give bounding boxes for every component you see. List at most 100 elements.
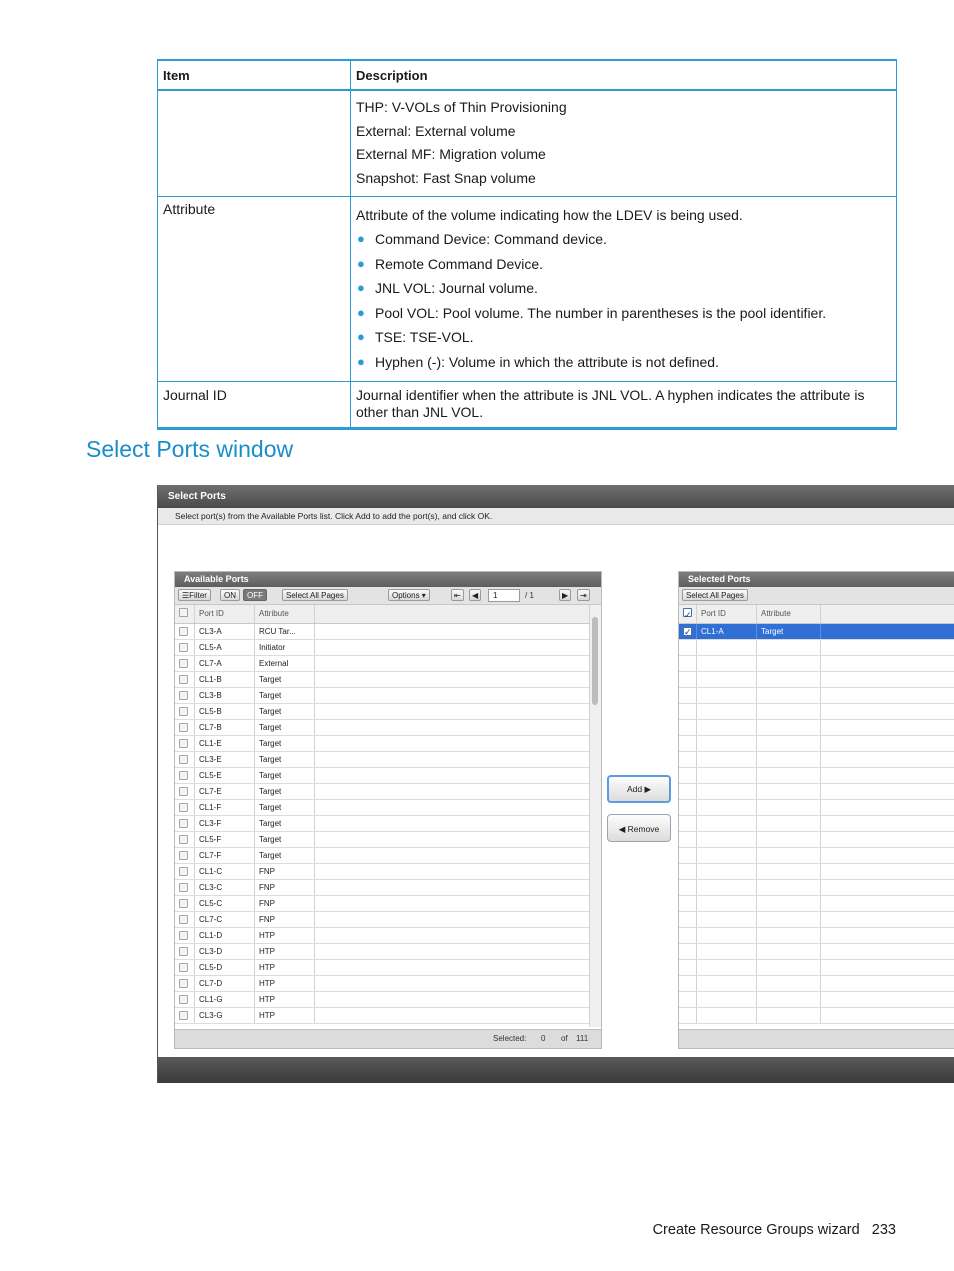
table-row[interactable]: CL5-E Target xyxy=(175,768,589,784)
row-checkbox[interactable] xyxy=(179,691,188,700)
filter-off-button[interactable]: OFF xyxy=(243,589,267,601)
table-row[interactable] xyxy=(679,768,954,784)
row-checkbox[interactable] xyxy=(179,723,188,732)
table-row[interactable] xyxy=(679,928,954,944)
table-row[interactable] xyxy=(679,704,954,720)
row-checkbox[interactable] xyxy=(179,867,188,876)
row-checkbox[interactable] xyxy=(179,979,188,988)
table-row[interactable] xyxy=(679,992,954,1008)
table-row[interactable] xyxy=(679,976,954,992)
row-checkbox[interactable] xyxy=(683,625,692,640)
row-checkbox[interactable] xyxy=(179,643,188,652)
row-checkbox[interactable] xyxy=(179,883,188,892)
table-row[interactable] xyxy=(679,784,954,800)
table-row[interactable] xyxy=(679,1008,954,1024)
table-row[interactable] xyxy=(679,736,954,752)
table-row[interactable]: CL1-C FNP xyxy=(175,864,589,880)
table-row[interactable]: CL1-D HTP xyxy=(175,928,589,944)
table-row[interactable]: CL7-A External xyxy=(175,656,589,672)
available-scrollbar[interactable] xyxy=(589,605,601,1027)
row-checkbox[interactable] xyxy=(179,771,188,780)
options-dropdown[interactable]: Options ▾ xyxy=(388,589,430,601)
table-row[interactable] xyxy=(679,896,954,912)
row-checkbox[interactable] xyxy=(179,851,188,860)
table-row[interactable]: CL5-D HTP xyxy=(175,960,589,976)
table-row[interactable]: CL7-C FNP xyxy=(175,912,589,928)
column-port-id[interactable]: Port ID xyxy=(195,605,255,623)
row-checkbox[interactable] xyxy=(179,707,188,716)
table-row[interactable] xyxy=(679,912,954,928)
table-row[interactable] xyxy=(679,832,954,848)
table-row[interactable]: CL5-A Initiator xyxy=(175,640,589,656)
table-row[interactable] xyxy=(679,848,954,864)
table-row[interactable] xyxy=(679,752,954,768)
row-checkbox[interactable] xyxy=(179,947,188,956)
filter-button[interactable]: ☰Filter xyxy=(178,589,211,601)
table-row[interactable]: CL1-G HTP xyxy=(175,992,589,1008)
first-page-icon[interactable]: ⇤ xyxy=(451,589,464,601)
table-row[interactable] xyxy=(679,688,954,704)
table-row[interactable]: CL7-B Target xyxy=(175,720,589,736)
table-row[interactable]: CL7-E Target xyxy=(175,784,589,800)
table-row[interactable]: CL7-F Target xyxy=(175,848,589,864)
row-checkbox[interactable] xyxy=(179,739,188,748)
table-row[interactable] xyxy=(679,672,954,688)
table-row[interactable]: CL3-E Target xyxy=(175,752,589,768)
table-row[interactable]: CL3-C FNP xyxy=(175,880,589,896)
row-checkbox[interactable] xyxy=(179,787,188,796)
selected-select-all-checkbox[interactable] xyxy=(683,606,692,624)
row-checkbox[interactable] xyxy=(179,819,188,828)
table-row[interactable]: CL5-C FNP xyxy=(175,896,589,912)
last-page-icon[interactable]: ⇥ xyxy=(577,589,590,601)
table-row[interactable] xyxy=(679,816,954,832)
table-row[interactable]: CL1-F Target xyxy=(175,800,589,816)
table-row[interactable] xyxy=(679,656,954,672)
table-row[interactable] xyxy=(679,800,954,816)
port-id-cell xyxy=(697,880,757,895)
row-checkbox[interactable] xyxy=(179,899,188,908)
table-row[interactable]: CL7-D HTP xyxy=(175,976,589,992)
window-title: Select Ports xyxy=(158,485,954,508)
row-checkbox[interactable] xyxy=(179,1011,188,1020)
row-checkbox[interactable] xyxy=(179,755,188,764)
row-checkbox[interactable] xyxy=(179,803,188,812)
table-row[interactable]: CL3-B Target xyxy=(175,688,589,704)
table-row[interactable]: CL3-A RCU Tar... xyxy=(175,624,589,640)
remove-button[interactable]: ◀ Remove xyxy=(607,814,671,842)
table-row[interactable] xyxy=(679,640,954,656)
selected-column-attribute[interactable]: Attribute xyxy=(757,605,821,623)
table-row[interactable] xyxy=(679,944,954,960)
row-checkbox[interactable] xyxy=(179,995,188,1004)
table-row[interactable]: CL3-D HTP xyxy=(175,944,589,960)
selected-select-all-pages-button[interactable]: Select All Pages xyxy=(682,589,748,601)
row-checkbox[interactable] xyxy=(179,675,188,684)
table-row[interactable]: CL3-F Target xyxy=(175,816,589,832)
selected-column-port-id[interactable]: Port ID xyxy=(697,605,757,623)
prev-page-icon[interactable]: ◀ xyxy=(469,589,482,601)
table-row[interactable]: CL1-ATarget xyxy=(679,624,954,640)
table-row[interactable] xyxy=(679,720,954,736)
table-row[interactable]: CL1-E Target xyxy=(175,736,589,752)
row-checkbox[interactable] xyxy=(179,963,188,972)
row-checkbox[interactable] xyxy=(179,915,188,924)
next-page-icon[interactable]: ▶ xyxy=(559,589,572,601)
row-checkbox[interactable] xyxy=(179,659,188,668)
table-row[interactable] xyxy=(679,960,954,976)
filter-on-button[interactable]: ON xyxy=(220,589,240,601)
port-id-cell xyxy=(697,736,757,751)
table-row[interactable]: CL5-B Target xyxy=(175,704,589,720)
select-all-pages-button[interactable]: Select All Pages xyxy=(282,589,348,601)
table-row[interactable] xyxy=(679,864,954,880)
scroll-thumb[interactable] xyxy=(592,617,598,705)
row-checkbox[interactable] xyxy=(179,931,188,940)
add-button[interactable]: Add ▶ xyxy=(607,775,671,803)
table-row[interactable]: CL1-B Target xyxy=(175,672,589,688)
page-number-input[interactable]: 1 xyxy=(488,589,520,602)
column-attribute[interactable]: Attribute xyxy=(255,605,315,623)
table-row[interactable]: CL5-F Target xyxy=(175,832,589,848)
select-all-checkbox[interactable] xyxy=(179,608,188,617)
table-row[interactable] xyxy=(679,880,954,896)
row-checkbox[interactable] xyxy=(179,835,188,844)
table-row[interactable]: CL3-G HTP xyxy=(175,1008,589,1024)
row-checkbox[interactable] xyxy=(179,627,188,636)
